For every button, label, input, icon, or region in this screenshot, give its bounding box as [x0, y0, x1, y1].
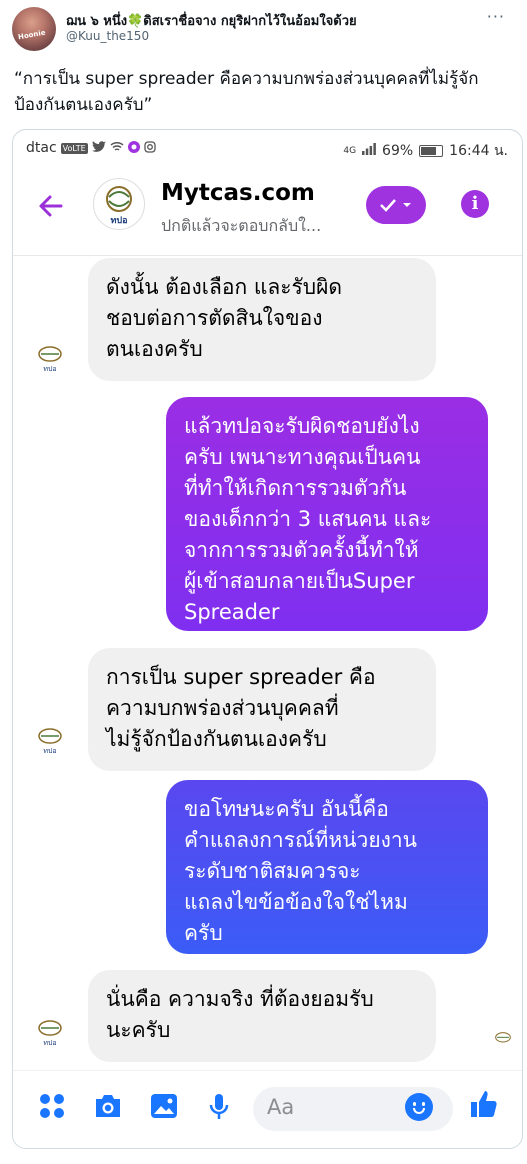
message-line: ผู้เข้าสอบกลายเป็นSuper — [184, 569, 415, 593]
attached-screenshot[interactable]: dtac VoLTE 4G 69% 16:44 น. ทปอ Mytcas.co… — [12, 129, 523, 1149]
message-line: ครับ เพนาะทางคุณเป็นคน — [184, 445, 421, 469]
message-line: ระดับชาติสมควรจะ — [184, 859, 361, 883]
response-time-text: ปกติแล้วจะตอบกลับใ... — [161, 216, 322, 235]
message-line: ของเด็กกว่า 3 แสนคน และ — [184, 507, 432, 531]
message-bubble-outgoing[interactable]: แล้วทปอจะรับผิดชอบยังไง ครับ เพนาะทางคุณ… — [166, 397, 488, 631]
microphone-icon[interactable] — [209, 1093, 229, 1128]
message-line: การเป็น super spreader คือ — [106, 665, 376, 689]
svg-text:ทปอ: ทปอ — [43, 747, 56, 755]
message-line: ขอโทษนะครับ อันนี้คือ — [184, 797, 389, 821]
sender-avatar: ทปอ — [35, 725, 65, 755]
clock: 16:44 น. — [449, 143, 508, 159]
sender-avatar: ทปอ — [35, 343, 65, 373]
wifi-call-icon — [110, 141, 124, 156]
sender-avatar: ทปอ — [35, 1017, 65, 1047]
messenger-icon — [127, 140, 140, 156]
signal-icon — [362, 143, 376, 159]
message-line: ความบกพร่องส่วนบุคคลที่ — [106, 696, 339, 720]
display-name[interactable]: ฌน ๖ หนึ่ง🍀ดิสเราชื่อจาง กยุริฝากไว้ในอ้… — [66, 10, 357, 31]
message-line: คำแถลงการณ์ที่หน่วยงาน — [184, 828, 418, 852]
message-bubble-incoming[interactable]: นั่นคือ ความจริง ที่ต้องยอมรับ นะครับ — [88, 970, 436, 1062]
message-line: แถลงไขข้อข้องใจใช่ไหม — [184, 890, 408, 914]
message-line: นั่นคือ ความจริง ที่ต้องยอมรับ — [106, 987, 374, 1011]
info-icon[interactable]: i — [461, 190, 489, 218]
page-logo[interactable]: ทปอ — [93, 178, 145, 230]
message-line: จากการรวมตัวครั้งนี้ทำให้ — [184, 538, 419, 562]
message-line: นะครับ — [106, 1018, 171, 1042]
apps-icon[interactable] — [39, 1093, 65, 1126]
page-name[interactable]: Mytcas.com — [161, 180, 315, 206]
battery-icon — [419, 145, 444, 157]
instagram-icon — [144, 140, 156, 156]
message-line: ครับ — [184, 921, 223, 945]
more-options-icon[interactable]: ··· — [487, 7, 505, 26]
message-line: ที่ทำให้เกิดการรวมตัวกัน — [184, 476, 407, 500]
message-line: ตนเองครับ — [106, 337, 203, 361]
user-avatar[interactable]: Hoonie — [12, 7, 56, 51]
network-type-label: 4G — [343, 146, 357, 156]
message-line: ไม่รู้จักป้องกันตนเองครับ — [106, 727, 327, 751]
photo-icon[interactable] — [150, 1093, 178, 1126]
chat-header: ทปอ Mytcas.com ปกติแล้วจะตอบกลับใ... i — [13, 170, 522, 256]
follow-check-button[interactable] — [366, 186, 426, 224]
message-composer: Aa — [13, 1070, 522, 1148]
logo-text: ทปอ — [110, 215, 127, 226]
twitter-icon — [91, 140, 106, 156]
message-bubble-outgoing[interactable]: ขอโทษนะครับ อันนี้คือ คำแถลงการณ์ที่หน่ว… — [166, 780, 488, 954]
message-bubble-incoming[interactable]: การเป็น super spreader คือ ความบกพร่องส่… — [88, 648, 436, 771]
volte-badge: VoLTE — [60, 142, 88, 154]
message-input-placeholder: Aa — [267, 1095, 295, 1119]
emoji-icon[interactable] — [405, 1093, 433, 1121]
back-arrow-icon[interactable] — [37, 192, 65, 228]
user-handle[interactable]: @Kuu_the150 — [66, 29, 149, 43]
message-line: ดังนั้น ต้องเลือก และรับผิด — [106, 275, 343, 299]
svg-text:ทปอ: ทปอ — [43, 365, 56, 373]
thumbs-up-icon[interactable] — [469, 1089, 499, 1126]
message-line: Spreader — [184, 600, 280, 624]
svg-text:ทปอ: ทปอ — [43, 1039, 56, 1047]
camera-icon[interactable] — [93, 1093, 123, 1126]
avatar-tag: Hoonie — [17, 28, 47, 42]
tweet-text: “การเป็น super spreader คือความบกพร่องส่… — [14, 69, 479, 115]
message-bubble-incoming[interactable]: ดังนั้น ต้องเลือก และรับผิด ชอบต่อการตัด… — [88, 258, 436, 381]
status-bar: dtac VoLTE 4G 69% 16:44 น. — [13, 130, 522, 170]
message-line: ชอบต่อการตัดสินใจของ — [106, 306, 323, 330]
battery-percent: 69% — [382, 143, 414, 159]
seen-receipt-avatar — [493, 1030, 513, 1050]
carrier-label: dtac — [26, 140, 57, 156]
message-line: แล้วทปอจะรับผิดชอบยังไง — [184, 414, 420, 438]
